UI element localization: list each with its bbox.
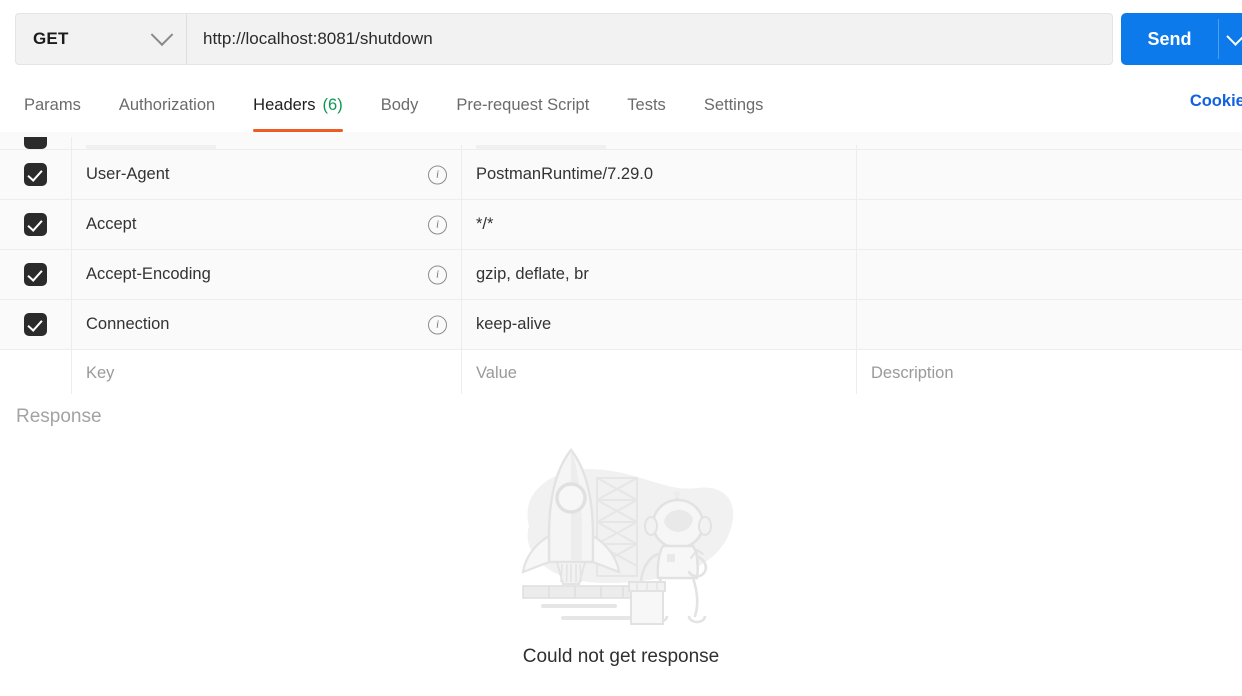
tab-label: Tests xyxy=(627,95,666,114)
row-key-cell[interactable]: Accept i xyxy=(72,200,462,249)
tab-authorization[interactable]: Authorization xyxy=(119,78,215,132)
http-method-dropdown[interactable]: GET xyxy=(15,13,187,65)
tab-settings[interactable]: Settings xyxy=(704,78,764,132)
url-bar: GET http://localhost:8081/shutdown Send xyxy=(0,0,1242,78)
row-value-cell[interactable]: keep-alive xyxy=(462,300,857,349)
row-key-text: Connection xyxy=(86,315,170,333)
cookies-link[interactable]: Cookies xyxy=(1190,92,1242,111)
table-row[interactable]: Connection i keep-alive xyxy=(0,300,1242,350)
checkbox-checked-icon[interactable] xyxy=(24,313,47,336)
postman-request-pane: GET http://localhost:8081/shutdown Send … xyxy=(0,0,1242,696)
new-description-placeholder: Description xyxy=(871,364,954,382)
chevron-down-icon xyxy=(1225,26,1242,46)
row-enabled-checkbox-cell[interactable] xyxy=(0,300,72,349)
row-value-cell[interactable]: */* xyxy=(462,200,857,249)
send-options-button[interactable] xyxy=(1219,13,1242,65)
tab-body[interactable]: Body xyxy=(381,78,419,132)
tab-pre-request-script[interactable]: Pre-request Script xyxy=(456,78,589,132)
row-key-cell[interactable] xyxy=(72,145,462,149)
row-key-cell[interactable]: Accept-Encoding i xyxy=(72,250,462,299)
row-enabled-checkbox-cell[interactable] xyxy=(0,200,72,249)
chevron-down-icon xyxy=(150,23,174,47)
clipped-text xyxy=(476,145,606,149)
checkbox-checked-icon[interactable] xyxy=(24,263,47,286)
new-value-placeholder: Value xyxy=(476,364,517,382)
row-description-cell[interactable] xyxy=(857,200,1242,249)
row-key-text: Accept xyxy=(86,215,137,233)
response-title: Response xyxy=(16,406,102,427)
row-enabled-checkbox-cell[interactable] xyxy=(0,137,72,149)
clipped-text xyxy=(86,145,216,149)
info-icon[interactable]: i xyxy=(428,215,447,234)
row-value-text: PostmanRuntime/7.29.0 xyxy=(476,165,654,183)
checkbox-icon[interactable] xyxy=(24,137,47,149)
row-value-text: gzip, deflate, br xyxy=(476,265,589,283)
table-row[interactable]: User-Agent i PostmanRuntime/7.29.0 xyxy=(0,150,1242,200)
row-key-cell[interactable]: User-Agent i xyxy=(72,150,462,199)
row-description-cell[interactable] xyxy=(857,150,1242,199)
checkbox-checked-icon[interactable] xyxy=(24,163,47,186)
response-empty-state: Could not get response xyxy=(0,430,1242,668)
row-enabled-checkbox-cell xyxy=(0,350,72,397)
response-pane: Response Could not get response xyxy=(0,394,1242,696)
row-value-cell[interactable]: gzip, deflate, br xyxy=(462,250,857,299)
rocket-astronaut-illustration xyxy=(521,448,734,625)
row-key-text: Accept-Encoding xyxy=(86,265,211,283)
tab-label: Headers xyxy=(253,95,316,114)
row-description-cell[interactable] xyxy=(857,300,1242,349)
request-tab-bar: Params Authorization Headers (6) Body Pr… xyxy=(0,78,1242,132)
tab-params[interactable]: Params xyxy=(24,78,81,132)
info-icon[interactable]: i xyxy=(428,165,447,184)
tab-label: Settings xyxy=(703,95,764,114)
table-row-new[interactable]: Key Value Description xyxy=(0,350,1242,397)
tab-headers[interactable]: Headers (6) xyxy=(253,78,343,132)
row-enabled-checkbox-cell[interactable] xyxy=(0,150,72,199)
info-icon[interactable]: i xyxy=(428,315,447,334)
table-row[interactable]: Accept i */* xyxy=(0,200,1242,250)
info-icon[interactable]: i xyxy=(428,265,447,284)
row-description-cell[interactable] xyxy=(857,250,1242,299)
row-enabled-checkbox-cell[interactable] xyxy=(0,250,72,299)
response-empty-message: Could not get response xyxy=(522,646,720,667)
http-method-label: GET xyxy=(33,29,69,48)
tab-label: Authorization xyxy=(118,95,216,114)
new-description-input[interactable]: Description xyxy=(857,350,1242,397)
send-button-group[interactable]: Send xyxy=(1121,13,1242,65)
row-value-text: keep-alive xyxy=(476,315,552,333)
row-value-text: */* xyxy=(476,215,494,233)
url-row: GET http://localhost:8081/shutdown Send xyxy=(15,13,1242,65)
tab-label: Params xyxy=(24,95,81,114)
tab-headers-count: (6) xyxy=(322,95,343,114)
row-key-text: User-Agent xyxy=(86,165,170,183)
row-key-cell[interactable]: Connection i xyxy=(72,300,462,349)
checkbox-checked-icon[interactable] xyxy=(24,213,47,236)
new-key-placeholder: Key xyxy=(86,364,115,382)
new-key-input[interactable]: Key xyxy=(72,350,462,397)
table-row-clipped[interactable] xyxy=(0,132,1242,150)
row-value-cell[interactable]: PostmanRuntime/7.29.0 xyxy=(462,150,857,199)
url-input[interactable]: http://localhost:8081/shutdown xyxy=(187,13,1113,65)
table-row[interactable]: Accept-Encoding i gzip, deflate, br xyxy=(0,250,1242,300)
tab-label: Body xyxy=(380,95,419,114)
row-value-cell[interactable] xyxy=(462,145,857,149)
send-button[interactable]: Send xyxy=(1121,13,1218,65)
tab-tests[interactable]: Tests xyxy=(627,78,666,132)
request-tabs: Params Authorization Headers (6) Body Pr… xyxy=(0,78,801,132)
tab-label: Pre-request Script xyxy=(456,95,590,114)
headers-table: User-Agent i PostmanRuntime/7.29.0 Accep… xyxy=(0,132,1242,398)
new-value-input[interactable]: Value xyxy=(462,350,857,397)
